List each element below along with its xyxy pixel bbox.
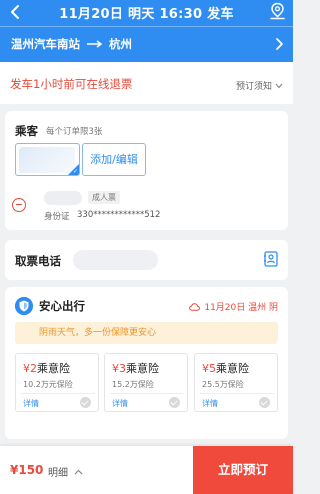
insurance-coverage: 25.5万保险: [202, 380, 244, 389]
passenger-row: 成人票 身份证 330************512: [0, 188, 293, 228]
price-detail-toggle[interactable]: 明细: [48, 464, 83, 479]
departure-title: 11月20日 明天 16:30 发车: [59, 7, 234, 22]
insurance-detail-link[interactable]: 详情: [23, 398, 39, 409]
contact-phone-title: 取票电话: [15, 254, 61, 268]
chevron-up-icon: [74, 469, 83, 474]
passenger-title: 乘客: [15, 124, 38, 138]
insurance-title: ¥2乘意险: [23, 360, 70, 376]
check-icon[interactable]: [80, 397, 91, 408]
insurance-option[interactable]: ¥5乘意险 25.5万保险 详情: [194, 353, 278, 412]
insurance-title: ¥5乘意险: [202, 360, 249, 376]
check-icon: ✓: [72, 168, 78, 175]
origin-station: 温州汽车南站: [11, 37, 80, 51]
price-detail-label: 明细: [48, 468, 68, 479]
insurance-divider: [110, 393, 184, 394]
insurance-coverage: 10.2万元保险: [23, 380, 73, 389]
trip-header: 11月20日 明天 16:30 发车 温州汽车南站 杭州: [0, 0, 293, 62]
arrow-right-icon: [87, 40, 102, 48]
phone-input[interactable]: [73, 250, 158, 270]
passenger-limit: 每个订单限3张: [46, 127, 103, 137]
chevron-down-icon: [275, 83, 283, 88]
chevron-right-icon[interactable]: [275, 37, 284, 51]
insurance-detail-link[interactable]: 详情: [112, 398, 128, 409]
weather-tip-banner: 阴雨天气，多一份保障更安心: [15, 322, 278, 344]
bottom-action-bar: ¥150 明细 立即预订: [0, 446, 293, 494]
insurance-coverage: 15.2万保险: [112, 380, 154, 389]
shield-icon: [15, 297, 33, 315]
insurance-price: ¥5: [202, 362, 216, 375]
safe-trip-title: 安心出行: [39, 299, 85, 313]
insurance-detail-link[interactable]: 详情: [202, 398, 218, 409]
insurance-name: 乘意险: [126, 362, 159, 375]
add-edit-passenger-button[interactable]: 添加/编辑: [82, 143, 146, 176]
contact-phone-card: 取票电话: [5, 240, 288, 280]
contact-book-icon[interactable]: [264, 251, 278, 267]
weather-text: 11月20日 温州 阴: [204, 303, 278, 313]
insurance-divider: [21, 393, 95, 394]
cloud-icon: [189, 302, 201, 311]
id-type-label: 身份证: [44, 212, 70, 222]
insurance-option[interactable]: ¥3乘意险 15.2万保险 详情: [104, 353, 188, 412]
weather-info: 11月20日 温州 阴: [189, 300, 278, 313]
booking-notice-link[interactable]: 预订须知: [236, 79, 283, 92]
header-divider: [0, 26, 293, 27]
refund-bar: 发车1小时前可在线退票 预订须知: [0, 62, 293, 104]
book-now-button[interactable]: 立即预订: [193, 446, 293, 494]
total-price: ¥150: [10, 463, 44, 477]
ticket-type-badge: 成人票: [88, 191, 120, 204]
insurance-price: ¥3: [112, 362, 126, 375]
insurance-price: ¥2: [23, 362, 37, 375]
destination-city: 杭州: [109, 37, 132, 51]
selected-passenger-chip[interactable]: ✓: [15, 143, 80, 176]
insurance-option[interactable]: ¥2乘意险 10.2万元保险 详情: [15, 353, 99, 412]
safe-trip-card: 安心出行 11月20日 温州 阴 阴雨天气，多一份保障更安心 ¥2乘意险 10.…: [5, 287, 288, 439]
id-number: 330************512: [77, 210, 161, 220]
insurance-divider: [200, 393, 274, 394]
route: 温州汽车南站 杭州: [11, 36, 132, 52]
route-row[interactable]: 温州汽车南站 杭州: [0, 33, 293, 57]
header-top-row: 11月20日 明天 16:30 发车: [0, 0, 293, 24]
blurred-passenger-name: [19, 147, 75, 173]
minus-circle-icon[interactable]: [12, 198, 26, 212]
insurance-name: 乘意险: [37, 362, 70, 375]
blurred-passenger-row-name: [44, 191, 82, 205]
location-icon[interactable]: [269, 2, 286, 20]
booking-notice-label: 预订须知: [235, 82, 272, 92]
check-icon[interactable]: [169, 397, 180, 408]
insurance-name: 乘意险: [216, 362, 249, 375]
refund-policy: 发车1小时前可在线退票: [10, 77, 133, 91]
insurance-title: ¥3乘意险: [112, 360, 159, 376]
check-icon[interactable]: [259, 397, 270, 408]
